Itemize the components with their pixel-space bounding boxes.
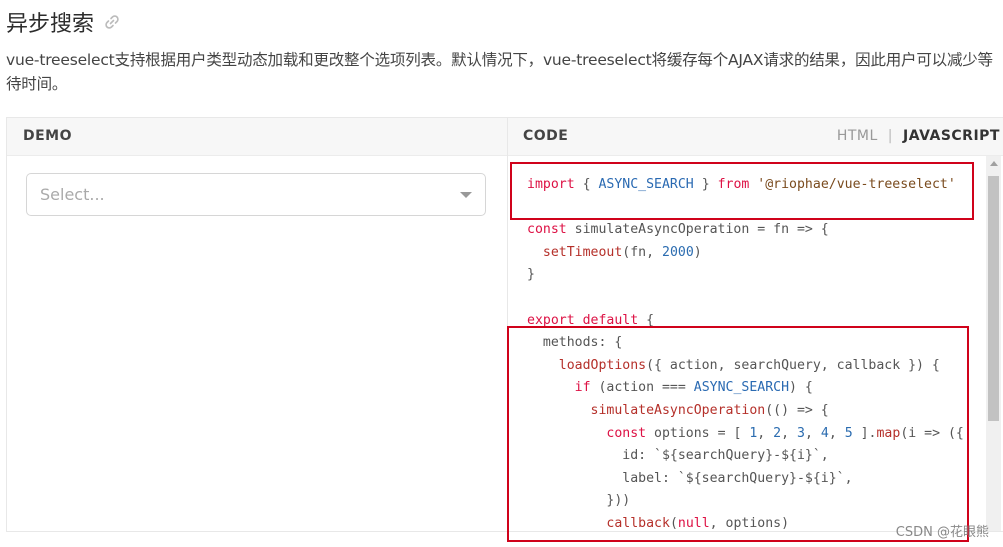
- code-token: default: [582, 312, 639, 328]
- code-line: loadOptions({ action, searchQuery, callb…: [527, 355, 964, 378]
- section-description: vue-treeselect支持根据用户类型动态加载和更改整个选项列表。默认情况…: [6, 51, 993, 93]
- code-scrollbar[interactable]: [986, 156, 1001, 531]
- code-token: null: [677, 515, 710, 531]
- scrollbar-thumb[interactable]: [988, 176, 999, 421]
- code-token: '@riophae/vue-treeselect': [757, 177, 956, 192]
- code-line: })): [527, 490, 964, 513]
- watermark: CSDN @花眼熊: [895, 525, 989, 540]
- code-token: {: [638, 312, 655, 328]
- code-token: ) {: [789, 380, 813, 396]
- caret-down-icon[interactable]: [460, 192, 472, 198]
- code-content: import { ASYNC_SEARCH } from '@riophae/v…: [527, 174, 964, 531]
- code-line: export default {: [527, 310, 964, 333]
- section-title: 异步搜索: [6, 6, 120, 38]
- code-token: const: [606, 425, 647, 441]
- code-token: ,: [757, 425, 774, 441]
- code-token: }: [693, 177, 718, 192]
- code-token: (action ===: [590, 380, 694, 396]
- code-line: if (action === ASYNC_SEARCH) {: [527, 377, 964, 400]
- code-token: if: [574, 380, 591, 396]
- code-token: ASYNC_SEARCH: [598, 177, 694, 192]
- code-token: (fn,: [622, 244, 662, 260]
- code-line: const simulateAsyncOperation = fn => {: [527, 219, 964, 242]
- code-token: 4: [820, 425, 829, 441]
- code-token: from: [717, 177, 750, 192]
- code-token: 5: [844, 425, 853, 441]
- code-token: 2: [773, 425, 782, 441]
- code-token: options = [: [646, 425, 750, 441]
- code-token: 2000: [662, 244, 694, 260]
- tab-separator: |: [887, 128, 894, 144]
- code-token: simulateAsyncOperation = fn => {: [566, 222, 829, 238]
- code-token: ASYNC_SEARCH: [693, 380, 790, 396]
- code-token: label: `${searchQuery}-${i}`,: [527, 470, 853, 486]
- panel-header: DEMO CODE HTML | JAVASCRIPT: [7, 118, 1003, 156]
- code-token: (i => ({: [900, 425, 964, 441]
- code-line: setTimeout(fn, 2000): [527, 242, 964, 265]
- link-icon[interactable]: [104, 14, 120, 30]
- code-line: import { ASYNC_SEARCH } from '@riophae/v…: [527, 174, 964, 197]
- code-line: }: [527, 264, 964, 287]
- demo-label: DEMO: [23, 128, 73, 144]
- page-title: 异步搜索: [6, 12, 95, 37]
- code-token: callback: [606, 515, 670, 531]
- code-token: loadOptions: [558, 357, 647, 373]
- code-token: setTimeout: [542, 244, 623, 260]
- code-token: simulateAsyncOperation: [590, 402, 766, 418]
- code-token: ,: [804, 425, 821, 441]
- select-placeholder: Select...: [40, 185, 105, 204]
- code-token: , options): [709, 515, 790, 531]
- code-token: id: `${searchQuery}-${i}`,: [527, 448, 829, 464]
- code-token: ,: [781, 425, 798, 441]
- code-token: (: [669, 515, 678, 531]
- code-line: id: `${searchQuery}-${i}`,: [527, 445, 964, 468]
- code-token: export: [527, 312, 575, 328]
- code-line: label: `${searchQuery}-${i}`,: [527, 468, 964, 491]
- treeselect-input[interactable]: Select...: [26, 173, 486, 216]
- code-token: ,: [828, 425, 845, 441]
- code-token: 3: [797, 425, 805, 441]
- code-label: CODE: [523, 128, 569, 144]
- code-block: import { ASYNC_SEARCH } from '@riophae/v…: [508, 156, 986, 531]
- code-token: ): [693, 244, 702, 260]
- code-token: const: [527, 222, 567, 238]
- code-token: (() => {: [765, 402, 829, 418]
- code-tabs: HTML | JAVASCRIPT: [837, 118, 1000, 155]
- code-token: })): [527, 493, 631, 509]
- scroll-up-arrow-icon[interactable]: [990, 161, 998, 166]
- code-token: }: [527, 267, 535, 283]
- tab-html[interactable]: HTML: [837, 118, 878, 155]
- code-token: {: [574, 177, 599, 192]
- example-panel: DEMO CODE HTML | JAVASCRIPT Select... im…: [6, 117, 1003, 532]
- code-line: methods: {: [527, 332, 964, 355]
- code-line: const options = [ 1, 2, 3, 4, 5 ].map(i …: [527, 423, 964, 446]
- code-token: methods: {: [527, 335, 623, 351]
- tab-javascript[interactable]: JAVASCRIPT: [903, 118, 1000, 155]
- code-token: ({ action, searchQuery, callback }) {: [646, 357, 940, 373]
- code-token: ].: [852, 425, 877, 441]
- code-token: import: [527, 177, 575, 192]
- code-token: map: [876, 425, 901, 441]
- code-line: simulateAsyncOperation(() => {: [527, 400, 964, 423]
